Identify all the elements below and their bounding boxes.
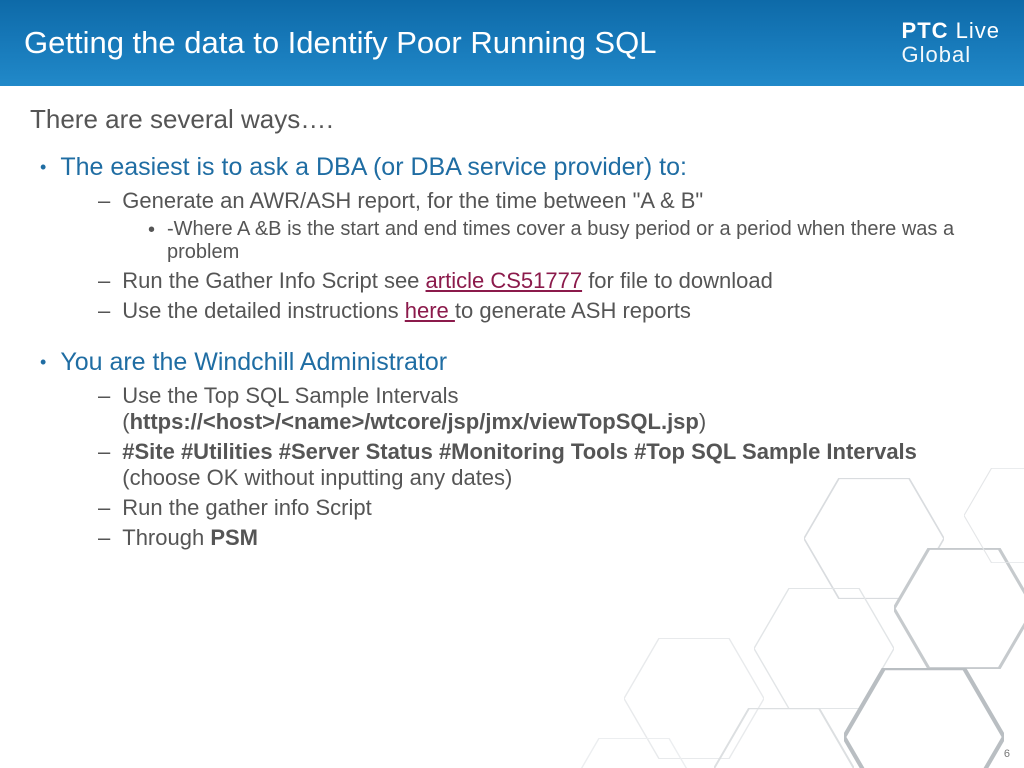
dash-icon: – — [98, 298, 110, 324]
bullet-level1: • You are the Windchill Administrator — [40, 348, 994, 377]
level2-text: Generate an AWR/ASH report, for the time… — [122, 188, 703, 214]
bullet-level2: – Run the Gather Info Script see article… — [98, 268, 994, 294]
level1-text: You are the Windchill Administrator — [60, 348, 447, 377]
dash-icon: – — [98, 268, 110, 294]
level2-text: Run the Gather Info Script see article C… — [122, 268, 773, 294]
brand-block: PTC Live Global — [902, 19, 1000, 67]
dash-icon: – — [98, 525, 110, 551]
bullet-icon: • — [40, 348, 46, 377]
subtitle: There are several ways…. — [30, 104, 994, 135]
dash-icon: – — [98, 439, 110, 491]
page-number: 6 — [1004, 748, 1010, 760]
level3-text: -Where A &B is the start and end times c… — [167, 218, 994, 264]
slide-title: Getting the data to Identify Poor Runnin… — [24, 25, 656, 61]
header-bar: Getting the data to Identify Poor Runnin… — [0, 0, 1024, 86]
dash-icon: – — [98, 383, 110, 435]
bullet-level2: – Run the gather info Script — [98, 495, 994, 521]
level2-text: Use the Top SQL Sample Intervals (https:… — [122, 383, 994, 435]
level2-text: Through PSM — [122, 525, 258, 551]
slide: Getting the data to Identify Poor Runnin… — [0, 0, 1024, 768]
link-here[interactable]: here — [405, 298, 455, 323]
bullet-level2: – Use the detailed instructions here to … — [98, 298, 994, 324]
bullet-level1: • The easiest is to ask a DBA (or DBA se… — [40, 153, 994, 182]
bullet-level2: – #Site #Utilities #Server Status #Monit… — [98, 439, 994, 491]
level2-text: Use the detailed instructions here to ge… — [122, 298, 691, 324]
bullet-level2: – Through PSM — [98, 525, 994, 551]
dot-icon: • — [148, 218, 155, 264]
level2-text: #Site #Utilities #Server Status #Monitor… — [122, 439, 994, 491]
content-area: There are several ways…. • The easiest i… — [0, 86, 1024, 551]
brand-live: Live — [956, 18, 1000, 43]
dash-icon: – — [98, 495, 110, 521]
bullet-level3: • -Where A &B is the start and end times… — [148, 218, 994, 264]
dash-icon: – — [98, 188, 110, 214]
level1-text: The easiest is to ask a DBA (or DBA serv… — [60, 153, 687, 182]
level2-text: Run the gather info Script — [122, 495, 371, 521]
brand-global: Global — [902, 43, 1000, 67]
brand-ptc: PTC — [902, 18, 949, 43]
bullet-level2: – Use the Top SQL Sample Intervals (http… — [98, 383, 994, 435]
bullet-level2: – Generate an AWR/ASH report, for the ti… — [98, 188, 994, 214]
link-article[interactable]: article CS51777 — [426, 268, 583, 293]
bullet-icon: • — [40, 153, 46, 182]
